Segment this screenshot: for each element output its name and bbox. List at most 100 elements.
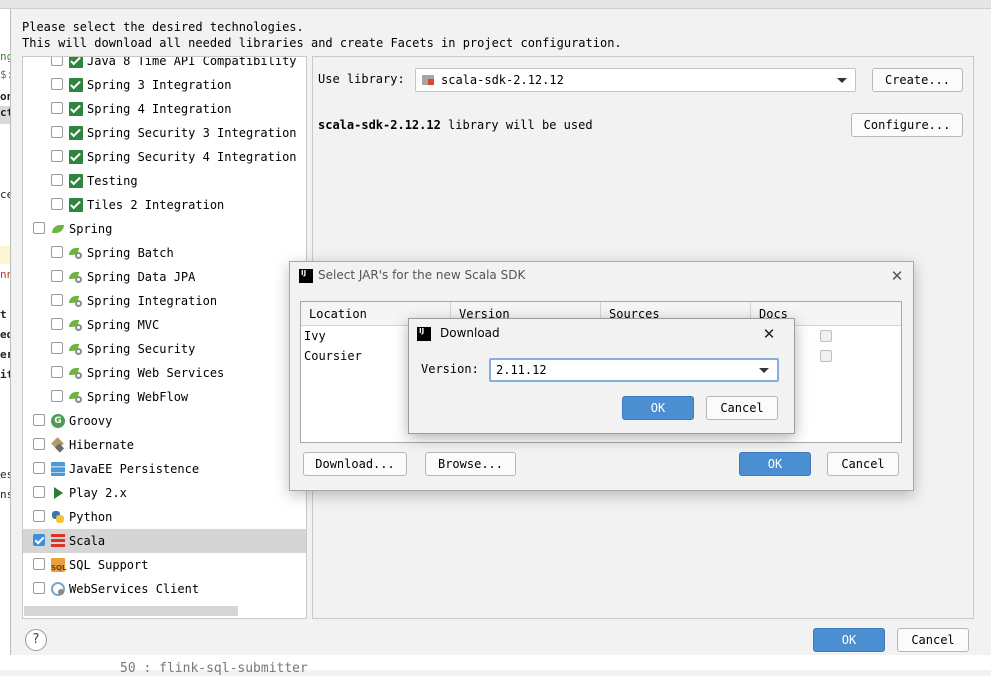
sql-icon: SQL — [51, 558, 66, 572]
ok-button[interactable]: OK — [813, 628, 885, 652]
tree-item-spring-security-3-integration[interactable]: Spring Security 3 Integration — [23, 121, 306, 145]
tree-item-testing[interactable]: Testing — [23, 169, 306, 193]
close-icon[interactable]: ✕ — [890, 269, 904, 284]
tree-item-spring-3-integration[interactable]: Spring 3 Integration — [23, 73, 306, 97]
download-button[interactable]: Download... — [303, 452, 407, 476]
checkbox[interactable] — [33, 558, 45, 570]
tree-item-spring-webflow[interactable]: Spring WebFlow — [23, 385, 306, 409]
tree-item-spring-security[interactable]: Spring Security — [23, 337, 306, 361]
tree-item-spring-data-jpa[interactable]: Spring Data JPA — [23, 265, 306, 289]
tree-item-label: JavaEE Persistence — [69, 462, 200, 476]
checkbox[interactable] — [51, 366, 63, 378]
checkbox[interactable] — [51, 102, 63, 114]
tree-item-python[interactable]: Python — [23, 505, 306, 529]
checkbox[interactable] — [51, 198, 63, 210]
checkbox[interactable] — [33, 510, 45, 522]
tree-item-java-8-time-api-compatibility[interactable]: Java 8 Time API Compatibility — [23, 57, 306, 73]
tree-item-spring-security-4-integration[interactable]: Spring Security 4 Integration — [23, 145, 306, 169]
download-ok-button[interactable]: OK — [622, 396, 694, 420]
checkbox[interactable] — [51, 246, 63, 258]
download-cancel-button[interactable]: Cancel — [706, 396, 778, 420]
tree-item-spring[interactable]: Spring — [23, 217, 306, 241]
tree-item-webservices-client[interactable]: WebServices Client — [23, 577, 306, 601]
tree-item-label: Spring Security — [87, 342, 196, 356]
play-icon — [51, 486, 65, 500]
version-value: 2.11.12 — [496, 363, 547, 377]
tree-item-sql-support[interactable]: SQL SQL Support — [23, 553, 306, 577]
library-status: scala-sdk-2.12.12 library will be used — [318, 118, 593, 132]
table-row-location[interactable]: Coursier — [301, 346, 362, 366]
tree-item-spring-batch[interactable]: Spring Batch — [23, 241, 306, 265]
tree-item-label: Spring Data JPA — [87, 270, 196, 284]
jar-cancel-button[interactable]: Cancel — [827, 452, 899, 476]
jar-ok-button[interactable]: OK — [739, 452, 811, 476]
tree-item-label: Spring WebFlow — [87, 390, 189, 404]
version-label: Version: — [421, 362, 479, 376]
checkbox[interactable] — [51, 150, 63, 162]
create-library-button[interactable]: Create... — [872, 68, 963, 92]
tree-item-spring-4-integration[interactable]: Spring 4 Integration — [23, 97, 306, 121]
checkbox[interactable] — [51, 294, 63, 306]
check-icon — [69, 102, 83, 116]
tree-item-play-2-x[interactable]: Play 2.x — [23, 481, 306, 505]
tree-item-spring-mvc[interactable]: Spring MVC — [23, 313, 306, 337]
instructions-line-2: This will download all needed libraries … — [22, 36, 622, 50]
tree-item-label: WebServices Client — [69, 582, 200, 596]
check-icon — [69, 174, 83, 188]
check-icon — [69, 150, 83, 164]
checkbox[interactable] — [33, 486, 45, 498]
tree-item-label: Spring Security 3 Integration — [87, 126, 297, 140]
library-select[interactable]: scala-sdk-2.12.12 — [415, 68, 856, 92]
dialog-title-bar — [0, 0, 991, 9]
tree-item-hibernate[interactable]: Hibernate — [23, 433, 306, 457]
docs-checkbox[interactable] — [820, 350, 832, 362]
checkbox[interactable] — [33, 438, 45, 450]
tree-item-label: Spring Web Services — [87, 366, 225, 380]
checkbox[interactable] — [51, 78, 63, 90]
spring-gear-icon — [69, 294, 83, 308]
tree-item-spring-integration[interactable]: Spring Integration — [23, 289, 306, 313]
intellij-logo-icon: IJ — [297, 267, 313, 283]
checkbox[interactable] — [33, 462, 45, 474]
checkbox[interactable] — [33, 414, 45, 426]
check-icon — [69, 57, 83, 68]
checkbox[interactable] — [33, 582, 45, 594]
tree-item-label: Spring Batch — [87, 246, 174, 260]
checkbox[interactable] — [33, 534, 45, 546]
checkbox[interactable] — [51, 174, 63, 186]
tree-item-spring-web-services[interactable]: Spring Web Services — [23, 361, 306, 385]
tree-item-label: Spring Security 4 Integration — [87, 150, 297, 164]
tree-item-javaee-persistence[interactable]: JavaEE Persistence — [23, 457, 306, 481]
cancel-button[interactable]: Cancel — [897, 628, 969, 652]
checkbox[interactable] — [51, 342, 63, 354]
checkbox[interactable] — [51, 57, 63, 66]
tree-item-label: Groovy — [69, 414, 113, 428]
browse-button[interactable]: Browse... — [425, 452, 516, 476]
docs-checkbox[interactable] — [820, 330, 832, 342]
checkbox[interactable] — [51, 126, 63, 138]
tree-item-label: Scala — [69, 534, 106, 548]
check-icon — [69, 126, 83, 140]
tree-item-tiles-2-integration[interactable]: Tiles 2 Integration — [23, 193, 306, 217]
tree-item-label: Spring MVC — [87, 318, 160, 332]
tree-item-groovy[interactable]: G Groovy — [23, 409, 306, 433]
webservices-icon — [51, 582, 65, 596]
spring-gear-icon — [69, 366, 83, 380]
tree-item-label: Spring 3 Integration — [87, 78, 232, 92]
checkbox[interactable] — [51, 390, 63, 402]
help-button[interactable]: ? — [25, 629, 47, 651]
version-select[interactable]: 2.11.12 — [489, 358, 779, 382]
tree-item-label: Hibernate — [69, 438, 135, 452]
ide-code-line: 50 : flink-sql-submitter — [120, 661, 308, 676]
configure-library-button[interactable]: Configure... — [851, 113, 963, 137]
table-row-location[interactable]: Ivy — [301, 326, 326, 346]
technologies-tree[interactable]: Java 8 Time API Compatibility Spring 3 In… — [22, 56, 307, 619]
spring-gear-icon — [69, 246, 83, 260]
close-icon[interactable]: ✕ — [762, 327, 776, 342]
checkbox[interactable] — [33, 222, 45, 234]
horizontal-scrollbar[interactable] — [24, 606, 238, 616]
checkbox[interactable] — [51, 270, 63, 282]
tree-item-scala[interactable]: Scala — [23, 529, 306, 553]
checkbox[interactable] — [51, 318, 63, 330]
scala-icon — [51, 534, 65, 548]
